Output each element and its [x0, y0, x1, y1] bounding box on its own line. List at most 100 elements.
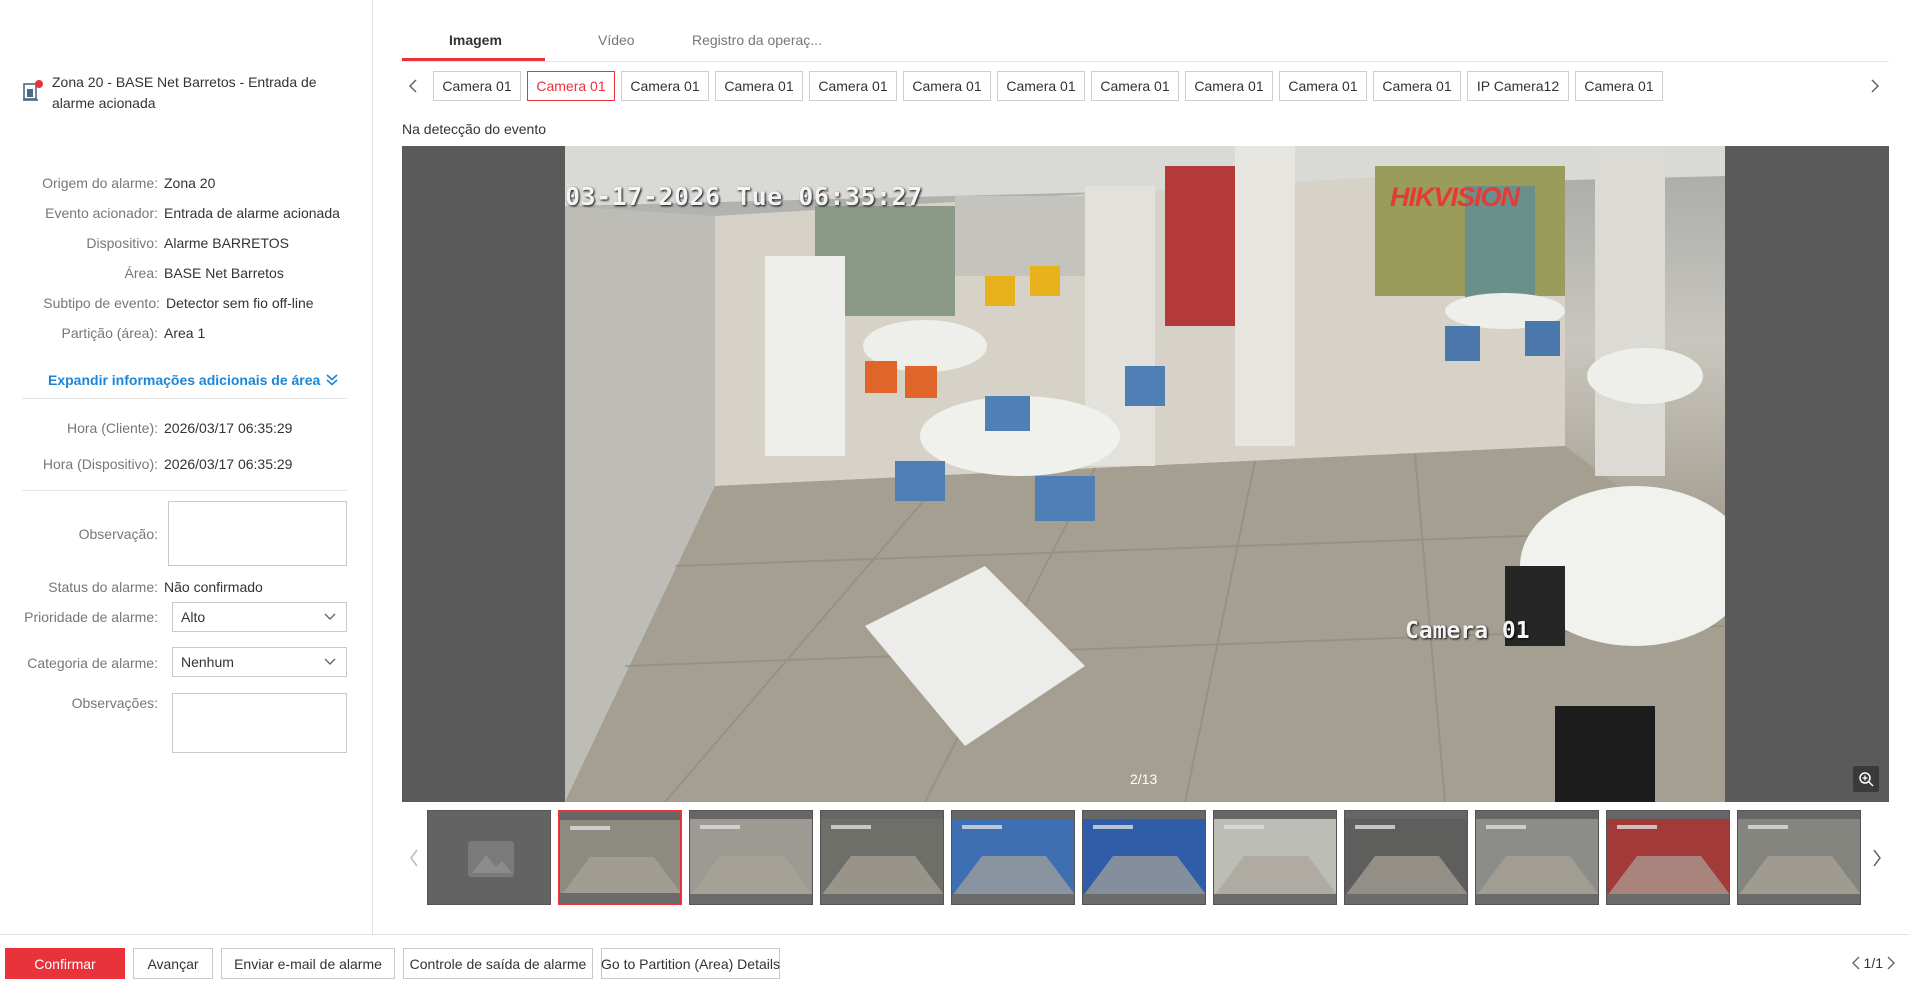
time-row-device: Hora (Dispositivo): 2026/03/17 06:35:29 [0, 453, 373, 475]
thumbnail-caption-bar [690, 894, 812, 904]
alarm-zone-icon [22, 80, 44, 102]
image-placeholder-icon [468, 841, 514, 877]
chevron-right-icon [1871, 79, 1880, 93]
thumbnail-caption-bar [1738, 894, 1860, 904]
camera-button[interactable]: Camera 01 [997, 71, 1085, 101]
thumbnail-image [1476, 819, 1598, 896]
thumbnail[interactable] [1213, 810, 1337, 905]
chevron-right-icon [1873, 849, 1881, 867]
priority-select[interactable]: Alto [172, 602, 347, 632]
thumbnail-caption-bar [821, 894, 943, 904]
thumbnail-strip [402, 810, 1889, 905]
thumbnail-image [1083, 819, 1205, 896]
thumbnail[interactable] [1737, 810, 1861, 905]
divider [22, 490, 347, 491]
zoom-in-icon [1859, 772, 1874, 787]
alarm-status-dot [35, 80, 43, 88]
thumbnail-next-arrow[interactable] [1867, 846, 1887, 870]
detail-row-origin: Origem do alarme: Zona 20 [0, 172, 373, 194]
send-alarm-email-button[interactable]: Enviar e-mail de alarme [221, 948, 395, 979]
camera-selector: Camera 01 Camera 01 Camera 01 Camera 01 … [398, 71, 1888, 101]
camera-next-arrow[interactable] [1864, 74, 1886, 98]
thumbnail[interactable] [1082, 810, 1206, 905]
detail-value: BASE Net Barretos [164, 265, 284, 281]
time-value: 2026/03/17 06:35:29 [164, 456, 293, 472]
tab-operation-log[interactable]: Registro da operaç... [692, 32, 822, 48]
camera-button[interactable]: Camera 01 [1373, 71, 1461, 101]
expand-area-info-link[interactable]: Expandir informações adicionais de área [48, 372, 339, 388]
camera-button[interactable]: Camera 01 [715, 71, 803, 101]
chevron-down-icon [324, 613, 336, 620]
observation-textarea[interactable] [168, 501, 347, 566]
thumbnail-prev-arrow[interactable] [404, 846, 424, 870]
priority-label: Prioridade de alarme: [24, 609, 158, 625]
camera-button[interactable]: Camera 01 [1279, 71, 1367, 101]
thumbnail-caption-bar [1607, 894, 1729, 904]
advance-button[interactable]: Avançar [133, 948, 213, 979]
category-label: Categoria de alarme: [27, 655, 158, 671]
thumbnail[interactable] [1344, 810, 1468, 905]
osd-timestamp: 03-17-2026 Tue 06:35:27 [565, 182, 923, 211]
camera-button[interactable]: Camera 01 [1575, 71, 1663, 101]
zoom-in-button[interactable] [1853, 766, 1879, 792]
thumbnail-image [821, 819, 943, 896]
detail-label: Evento acionador: [45, 205, 158, 221]
expand-area-info-label: Expandir informações adicionais de área [48, 372, 321, 388]
camera-button[interactable]: Camera 01 [527, 71, 615, 101]
thumbnail-image [1214, 819, 1336, 896]
thumbnail[interactable] [689, 810, 813, 905]
camera-button[interactable]: Camera 01 [903, 71, 991, 101]
partition-details-button[interactable]: Go to Partition (Area) Details [601, 948, 780, 979]
thumbnail-caption-bar [952, 894, 1074, 904]
confirm-button[interactable]: Confirmar [5, 948, 125, 979]
camera-button[interactable]: IP Camera12 [1467, 71, 1569, 101]
thumbnail-image [1345, 819, 1467, 896]
thumbnail[interactable] [820, 810, 944, 905]
alarm-output-control-button[interactable]: Controle de saída de alarme [403, 948, 593, 979]
thumbnail-image [560, 820, 680, 897]
pager: 1/1 [1851, 955, 1895, 971]
camera-button[interactable]: Camera 01 [1091, 71, 1179, 101]
detail-value: Alarme BARRETOS [164, 235, 289, 251]
status-value: Não confirmado [164, 579, 263, 595]
thumbnail-caption-bar [1083, 894, 1205, 904]
thumbnail[interactable] [951, 810, 1075, 905]
detail-row-partition: Partição (área): Area 1 [0, 322, 373, 344]
thumbnail[interactable] [1475, 810, 1599, 905]
chevron-right-icon[interactable] [1887, 956, 1895, 970]
detail-label: Área: [124, 265, 158, 281]
thumbnail-image [690, 819, 812, 896]
category-select[interactable]: Nenhum [172, 647, 347, 677]
camera-prev-arrow[interactable] [402, 74, 424, 98]
thumbnail[interactable] [427, 810, 551, 905]
tab-video[interactable]: Vídeo [598, 32, 635, 48]
remarks-textarea[interactable] [172, 693, 347, 753]
thumbnail[interactable] [558, 810, 682, 905]
detail-value: Entrada de alarme acionada [164, 205, 340, 221]
capture-moment-label: Na detecção do evento [402, 121, 546, 137]
thumbnail-image [1607, 819, 1729, 896]
thumbnail[interactable] [1606, 810, 1730, 905]
camera-button[interactable]: Camera 01 [621, 71, 709, 101]
camera-button[interactable]: Camera 01 [433, 71, 521, 101]
chevron-left-icon [410, 849, 418, 867]
camera-button[interactable]: Camera 01 [809, 71, 897, 101]
remarks-label: Observações: [71, 695, 158, 711]
camera-button[interactable]: Camera 01 [1185, 71, 1273, 101]
tab-image[interactable]: Imagem [449, 32, 502, 48]
alarm-header: Zona 20 - BASE Net Barretos - Entrada de… [22, 72, 352, 114]
chevron-left-icon[interactable] [1851, 956, 1860, 970]
image-viewer: 03-17-2026 Tue 06:35:27 HIKVISION Camera… [402, 146, 1889, 802]
detail-row-event: Evento acionador: Entrada de alarme acio… [0, 202, 373, 224]
chevron-down-icon [324, 658, 336, 665]
camera-snapshot: 03-17-2026 Tue 06:35:27 HIKVISION Camera… [565, 146, 1725, 802]
detail-label: Origem do alarme: [42, 175, 158, 191]
detail-value: Area 1 [164, 325, 206, 341]
chevron-left-icon [408, 79, 417, 93]
thumbnail-image [1738, 819, 1860, 896]
detail-label: Dispositivo: [86, 235, 158, 251]
pager-value: 1/1 [1863, 955, 1883, 971]
time-label: Hora (Dispositivo): [42, 456, 158, 472]
camera-brand-watermark: HIKVISION [1390, 182, 1520, 212]
thumbnail-caption-bar [1345, 894, 1467, 904]
